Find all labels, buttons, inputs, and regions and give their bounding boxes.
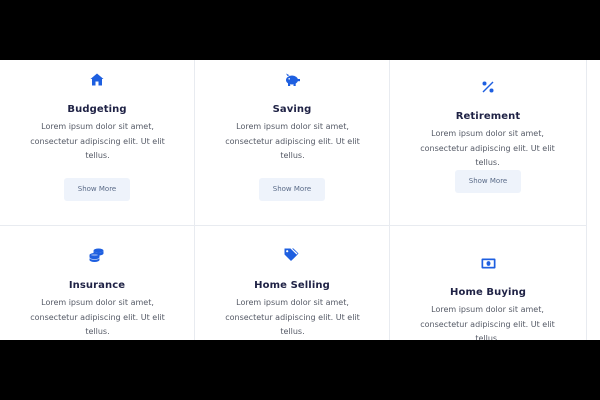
services-grid: Budgeting Lorem ipsum dolor sit amet, co… (0, 60, 586, 340)
service-description: Lorem ipsum dolor sit amet, consectetur … (30, 122, 165, 160)
tags-icon (284, 248, 299, 261)
service-card-retirement: Retirement Lorem ipsum dolor sit amet, c… (390, 60, 586, 226)
column-divider (586, 60, 587, 340)
service-title: Home Buying (450, 287, 526, 298)
service-card-insurance: Insurance Lorem ipsum dolor sit amet, co… (0, 226, 195, 340)
piggy-bank-icon (286, 73, 300, 86)
show-more-button[interactable]: Show More (455, 170, 521, 193)
service-description: Lorem ipsum dolor sit amet, consectetur … (420, 305, 555, 340)
service-title: Insurance (68, 280, 126, 291)
service-title: Saving (272, 104, 312, 115)
service-description: Lorem ipsum dolor sit amet, consectetur … (420, 129, 555, 167)
service-card-budgeting: Budgeting Lorem ipsum dolor sit amet, co… (0, 60, 195, 226)
show-more-button[interactable]: Show More (64, 178, 130, 201)
service-title: Retirement (455, 111, 521, 122)
service-description: Lorem ipsum dolor sit amet, consectetur … (225, 298, 360, 336)
show-more-button[interactable]: Show More (259, 178, 325, 201)
service-card-home-selling: Home Selling Lorem ipsum dolor sit amet,… (195, 226, 390, 340)
service-description: Lorem ipsum dolor sit amet, consectetur … (225, 122, 360, 160)
service-card-saving: Saving Lorem ipsum dolor sit amet, conse… (195, 60, 390, 226)
service-title: Budgeting (67, 104, 127, 115)
service-description: Lorem ipsum dolor sit amet, consectetur … (30, 298, 165, 336)
coins-icon (89, 248, 104, 262)
percent-icon (482, 81, 494, 93)
service-title: Home Selling (254, 280, 330, 291)
money-bill-icon (481, 258, 496, 269)
service-card-home-buying: Home Buying Lorem ipsum dolor sit amet, … (390, 226, 586, 340)
home-icon (90, 73, 104, 86)
services-viewport: Budgeting Lorem ipsum dolor sit amet, co… (0, 60, 600, 340)
